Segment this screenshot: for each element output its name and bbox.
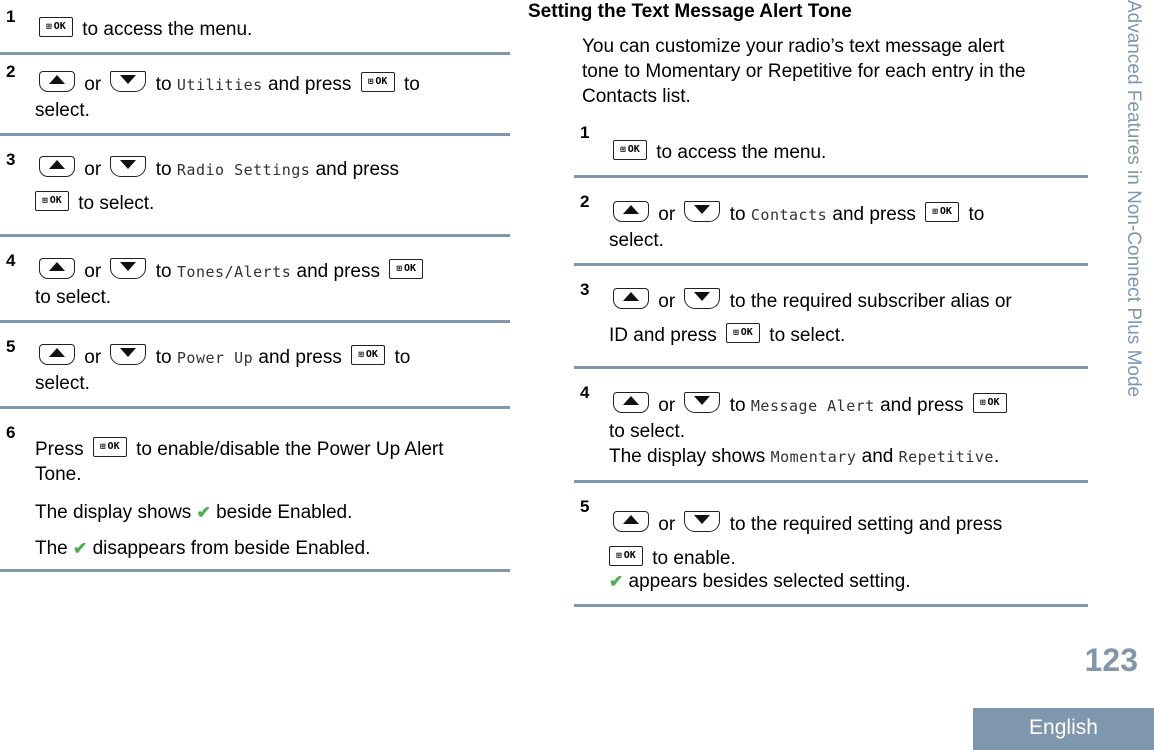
down-arrow-button-icon xyxy=(684,392,721,414)
right-step-1: 1 ⊞ OK to access the menu. xyxy=(574,123,1088,178)
step-number: 1 xyxy=(580,123,590,142)
menu-ok-button-icon: ⊞ OK xyxy=(972,392,1007,413)
step-number: 5 xyxy=(580,497,590,516)
down-arrow-button-icon xyxy=(110,258,147,280)
up-arrow-button-icon xyxy=(613,392,649,414)
left-step-3: 3 or to Radio Settings and press ⊞ OK to … xyxy=(0,136,510,237)
left-step-4: 4 or to Tones/Alerts and press ⊞ OK to se… xyxy=(0,237,510,323)
down-arrow-button-icon xyxy=(110,71,147,93)
language-tab: English xyxy=(973,708,1154,750)
step-number: 4 xyxy=(580,383,590,402)
chapter-side-title: Advanced Features in Non-Connect Plus Mo… xyxy=(1123,0,1144,398)
display-option: Momentary xyxy=(770,448,857,466)
menu-ok-button-icon: ⊞ OK xyxy=(609,545,643,566)
menu-ok-button-icon: ⊞ OK xyxy=(726,322,761,343)
up-arrow-button-icon xyxy=(39,344,75,366)
checkmark-icon: ✔ xyxy=(73,539,88,558)
menu-item-name: Utilities xyxy=(176,76,263,94)
step-number: 4 xyxy=(6,251,16,270)
menu-ok-button-icon: ⊞ OK xyxy=(360,71,395,92)
step-number: 2 xyxy=(580,192,590,211)
left-step-5: 5 or to Power Up and press ⊞ OK to select… xyxy=(0,323,510,409)
up-arrow-button-icon xyxy=(613,201,649,223)
left-step-6: 6 Press ⊞ OK to enable/disable the Power … xyxy=(0,409,510,572)
checkmark-icon: ✔ xyxy=(609,572,624,591)
menu-item-name: Power Up xyxy=(176,349,254,367)
menu-ok-button-icon: ⊞ OK xyxy=(389,258,424,279)
right-column: Setting the Text Message Alert Tone You … xyxy=(528,0,1088,607)
right-step-2: 2 or to Contacts and press ⊞ OK to select… xyxy=(574,178,1088,266)
menu-item-name: Radio Settings xyxy=(176,161,311,179)
menu-item-name: Tones/Alerts xyxy=(176,263,292,281)
intro-paragraph: You can customize your radio’s text mess… xyxy=(582,36,1026,107)
menu-ok-button-icon: ⊞ OK xyxy=(35,190,69,211)
down-arrow-button-icon xyxy=(110,344,147,366)
up-arrow-button-icon xyxy=(613,288,649,310)
down-arrow-button-icon xyxy=(684,201,721,223)
checkmark-icon: ✔ xyxy=(196,503,211,522)
step-number: 5 xyxy=(6,337,16,356)
result-enabled: The display shows ✔ beside Enabled. xyxy=(35,502,353,523)
down-arrow-button-icon xyxy=(684,511,721,533)
display-option: Repetitive xyxy=(898,448,994,466)
up-arrow-button-icon xyxy=(39,156,75,178)
menu-ok-button-icon: ⊞ OK xyxy=(925,201,960,222)
step-number: 2 xyxy=(6,62,16,81)
menu-ok-button-icon: ⊞ OK xyxy=(613,139,647,160)
menu-item-name: Contacts xyxy=(750,206,828,224)
step-number: 3 xyxy=(580,280,590,299)
up-arrow-button-icon xyxy=(39,258,75,280)
down-arrow-button-icon xyxy=(684,288,721,310)
page-number: 123 xyxy=(1084,642,1138,678)
menu-ok-button-icon: ⊞ OK xyxy=(39,16,73,37)
step-number: 1 xyxy=(6,7,16,26)
up-arrow-button-icon xyxy=(613,511,649,533)
left-step-1: 1 ⊞ OK to access the menu. xyxy=(0,0,510,55)
right-step-5: 5 or to the required setting and press ⊞… xyxy=(574,483,1088,607)
step-number: 3 xyxy=(6,150,16,169)
menu-item-name: Message Alert xyxy=(750,397,875,415)
left-column: 1 ⊞ OK to access the menu. 2 or to Utilit… xyxy=(0,0,510,572)
menu-ok-button-icon: ⊞ OK xyxy=(351,344,386,365)
right-step-3: 3 or to the required subscriber alias or… xyxy=(574,266,1088,369)
up-arrow-button-icon xyxy=(39,71,75,93)
right-step-4: 4 or to Message Alert and press ⊞ OK to s… xyxy=(574,369,1088,483)
step-number: 6 xyxy=(6,423,16,442)
left-step-2: 2 or to Utilities and press ⊞ OK to selec… xyxy=(0,55,510,136)
down-arrow-button-icon xyxy=(110,156,147,178)
section-title: Setting the Text Message Alert Tone xyxy=(528,1,852,22)
right-steps: 1 ⊞ OK to access the menu. 2 or to Contac… xyxy=(574,123,1088,607)
result-disabled: The ✔ disappears from beside Enabled. xyxy=(35,538,371,559)
menu-ok-button-icon: ⊞ OK xyxy=(92,436,127,457)
